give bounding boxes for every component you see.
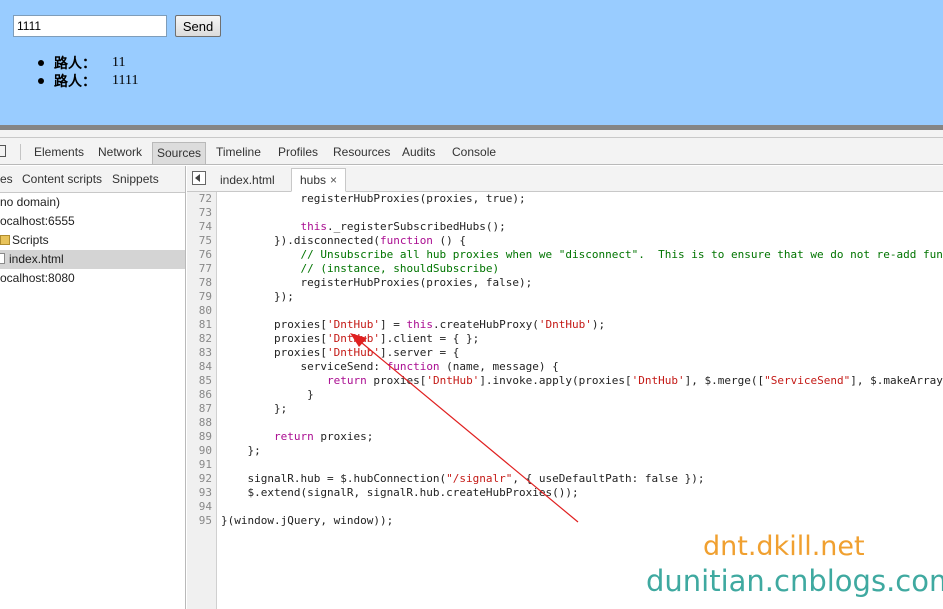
tab-label: hubs xyxy=(300,173,327,187)
tab-sources[interactable]: Sources xyxy=(152,142,207,164)
tree-item-index-html[interactable]: index.html xyxy=(0,250,185,269)
line-number[interactable]: 78 xyxy=(199,276,212,290)
line-number[interactable]: 85 xyxy=(199,374,212,388)
code-line: }; xyxy=(221,402,288,415)
line-number[interactable]: 88 xyxy=(199,416,212,430)
code-line: }).disconnected(function () { xyxy=(221,234,467,247)
line-number-gutter[interactable]: 72 73 74 75 76 77 78 79 80 81 82 83 84 85 86 87 88 89 90 91… xyxy=(187,192,217,609)
line-number[interactable]: 92 xyxy=(199,472,212,486)
tab-content-scripts[interactable]: Content scripts xyxy=(22,172,102,186)
line-number[interactable]: 72 xyxy=(199,192,212,206)
code-line: registerHubProxies(proxies, false); xyxy=(221,276,533,289)
code-line: proxies['DntHub'].client = { }; xyxy=(221,332,480,345)
navigator-tabs: es Content scripts Snippets xyxy=(0,166,185,193)
line-number[interactable]: 75 xyxy=(199,234,212,248)
tree-item-label: ocalhost:6555 xyxy=(0,214,75,228)
message-input[interactable] xyxy=(13,15,167,37)
folder-icon xyxy=(0,235,10,245)
line-number[interactable]: 89 xyxy=(199,430,212,444)
send-button[interactable]: Send xyxy=(175,15,221,37)
line-number[interactable]: 94 xyxy=(199,500,212,514)
line-number[interactable]: 81 xyxy=(199,318,212,332)
line-number[interactable]: 83 xyxy=(199,346,212,360)
line-number[interactable]: 84 xyxy=(199,360,212,374)
code-line: }(window.jQuery, window)); xyxy=(221,514,394,527)
line-number[interactable]: 73 xyxy=(199,206,212,220)
tab-hubs[interactable]: hubs × xyxy=(291,168,347,192)
editor-tabs: index.html hubs × xyxy=(187,166,943,192)
tree-item-label: no domain) xyxy=(0,195,61,209)
tab-profiles[interactable]: Profiles xyxy=(274,142,322,164)
bullet-icon xyxy=(38,60,44,66)
line-number[interactable]: 77 xyxy=(199,262,212,276)
tree-item-no-domain[interactable]: no domain) xyxy=(0,193,185,212)
bullet-icon xyxy=(38,78,44,84)
code-line: registerHubProxies(proxies, true); xyxy=(221,192,526,205)
line-number[interactable]: 93 xyxy=(199,486,212,500)
tab-timeline[interactable]: Timeline xyxy=(212,142,265,164)
toolbar-separator xyxy=(20,144,21,160)
code-line: signalR.hub = $.hubConnection("/signalr"… xyxy=(221,472,705,485)
tree-item-label: ocalhost:8080 xyxy=(0,271,75,285)
code-line: $.extend(signalR, signalR.hub.createHubP… xyxy=(221,486,579,499)
code-line: } xyxy=(221,388,314,401)
watermark-line-1: dnt.dkill.net xyxy=(703,531,865,562)
line-number[interactable]: 91 xyxy=(199,458,212,472)
message-author: 路人： xyxy=(54,75,96,90)
line-number[interactable]: 87 xyxy=(199,402,212,416)
line-number[interactable]: 76 xyxy=(199,248,212,262)
devtools-top-bar xyxy=(0,130,943,138)
page-preview: Send 路人： 11 路人： 1111 xyxy=(0,0,943,125)
file-icon xyxy=(0,253,5,264)
list-item: 路人： 1111 xyxy=(36,72,138,90)
message-text: 11 xyxy=(112,55,126,70)
dock-icon[interactable] xyxy=(0,145,6,157)
tab-index-html[interactable]: index.html xyxy=(211,168,284,192)
code-line: // Unsubscribe all hub proxies when we "… xyxy=(300,248,943,261)
devtools-toolbar: Elements Network Sources Timeline Profil… xyxy=(0,138,943,165)
tree-item-localhost-8080[interactable]: ocalhost:8080 xyxy=(0,269,185,288)
tab-sources-list[interactable]: es xyxy=(0,172,13,186)
line-number[interactable]: 80 xyxy=(199,304,212,318)
sources-navigator: es Content scripts Snippets no domain) o… xyxy=(0,166,186,609)
tab-label: index.html xyxy=(220,173,275,187)
close-icon[interactable]: × xyxy=(330,173,337,187)
code-line: serviceSend: function (name, message) { xyxy=(221,360,559,373)
tab-console[interactable]: Console xyxy=(448,142,500,164)
tab-network[interactable]: Network xyxy=(94,142,146,164)
code-line: this._registerSubscribedHubs(); xyxy=(300,220,506,233)
tab-audits[interactable]: Audits xyxy=(398,142,439,164)
code-line: }); xyxy=(221,290,294,303)
tab-resources[interactable]: Resources xyxy=(329,142,394,164)
tree-item-localhost-6555[interactable]: ocalhost:6555 xyxy=(0,212,185,231)
line-number[interactable]: 95 xyxy=(199,514,212,528)
line-number[interactable]: 74 xyxy=(199,220,212,234)
tree-item-label: index.html xyxy=(9,252,64,266)
message-list: 路人： 11 路人： 1111 xyxy=(36,54,138,90)
code-line: }; xyxy=(221,444,261,457)
line-number[interactable]: 86 xyxy=(199,388,212,402)
message-text: 1111 xyxy=(112,73,139,88)
code-line: return proxies; xyxy=(273,430,374,443)
tab-snippets[interactable]: Snippets xyxy=(112,172,159,186)
message-author: 路人： xyxy=(54,57,96,72)
code-line: // (instance, shouldSubscribe) xyxy=(300,262,500,275)
watermark-line-2: dunitian.cnblogs.com xyxy=(646,564,943,598)
tree-item-label: Scripts xyxy=(12,233,49,247)
code-line: proxies['DntHub'] = this.createHubProxy(… xyxy=(221,318,606,331)
code-line: proxies['DntHub'].server = { xyxy=(221,346,460,359)
code-line: return proxies['DntHub'].invoke.apply(pr… xyxy=(326,374,943,387)
toggle-navigator-icon[interactable] xyxy=(192,171,206,185)
list-item: 路人： 11 xyxy=(36,54,138,72)
line-number[interactable]: 79 xyxy=(199,290,212,304)
line-number[interactable]: 82 xyxy=(199,332,212,346)
tab-elements[interactable]: Elements xyxy=(30,142,88,164)
line-number[interactable]: 90 xyxy=(199,444,212,458)
tree-item-scripts[interactable]: Scripts xyxy=(0,231,185,250)
